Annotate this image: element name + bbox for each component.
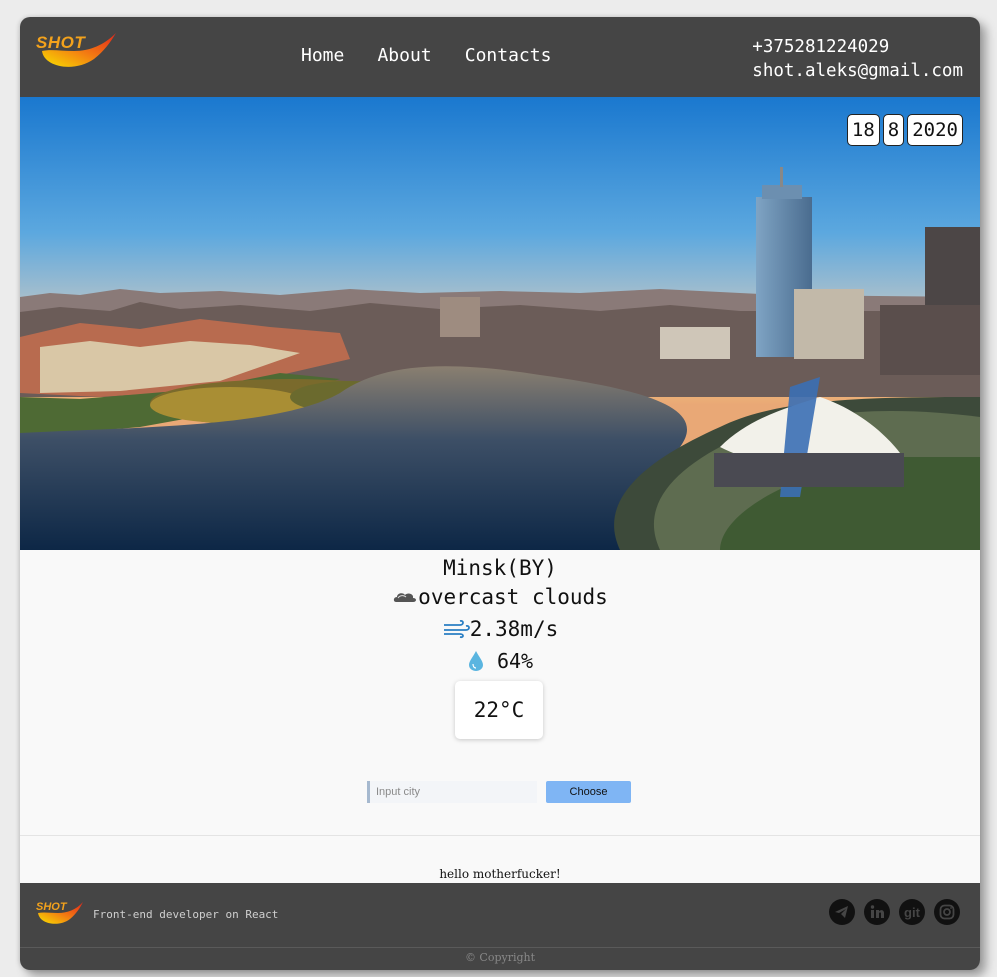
nav-home[interactable]: Home [301,45,344,66]
choose-button[interactable]: Choose [546,781,631,803]
contact-info: +375281224029 shot.aleks@gmail.com [752,35,963,83]
site-header: SHOT Home About Contacts +375281224029 s… [20,17,980,97]
temperature-card: 22°C [455,681,543,739]
weather-description-text: overcast clouds [418,585,608,609]
date-day: 18 [846,114,880,146]
footer-divider [20,947,980,948]
git-icon[interactable]: git [899,899,925,925]
wind-speed: 2.38m/s [20,617,980,641]
content-divider [20,835,980,836]
copyright: © Copyright [464,951,536,964]
site-footer: SHOT Front-end developer on React git © … [20,883,980,970]
wind-icon [443,619,470,639]
date-display: 18 8 2020 [846,114,963,146]
email-address[interactable]: shot.aleks@gmail.com [752,59,963,83]
hero-image-minsk: 18 8 2020 [20,97,980,550]
instagram-icon[interactable] [934,899,960,925]
city-name: Minsk(BY) [443,556,557,580]
footer-logo[interactable]: SHOT [34,899,84,929]
city-form: Choose [367,781,631,803]
date-year: 2020 [907,114,963,146]
water-drop-icon [468,651,483,671]
humidity: 64% [20,649,980,673]
footer-tagline: Front-end developer on React [93,908,279,921]
cloud-icon [394,593,417,602]
logo[interactable]: SHOT [34,29,118,75]
footer-logo-text: SHOT [36,901,67,913]
page-card: SHOT Home About Contacts +375281224029 s… [20,17,980,970]
greeting-text: hello motherfucker! [439,867,561,881]
date-month: 8 [882,114,905,146]
weather-description: overcast clouds [20,585,980,609]
humidity-text: 64% [496,649,534,673]
svg-text:git: git [904,905,921,920]
city-input[interactable] [367,781,537,803]
social-links: git [829,899,960,925]
wind-speed-text: 2.38m/s [469,617,559,641]
logo-text: SHOT [36,33,86,52]
telegram-icon[interactable] [829,899,855,925]
nav-contacts[interactable]: Contacts [465,45,552,66]
city-panorama-image [20,97,980,550]
linkedin-icon[interactable] [864,899,890,925]
main-nav: Home About Contacts [301,45,579,66]
phone-number[interactable]: +375281224029 [752,35,963,59]
nav-about[interactable]: About [377,45,431,66]
